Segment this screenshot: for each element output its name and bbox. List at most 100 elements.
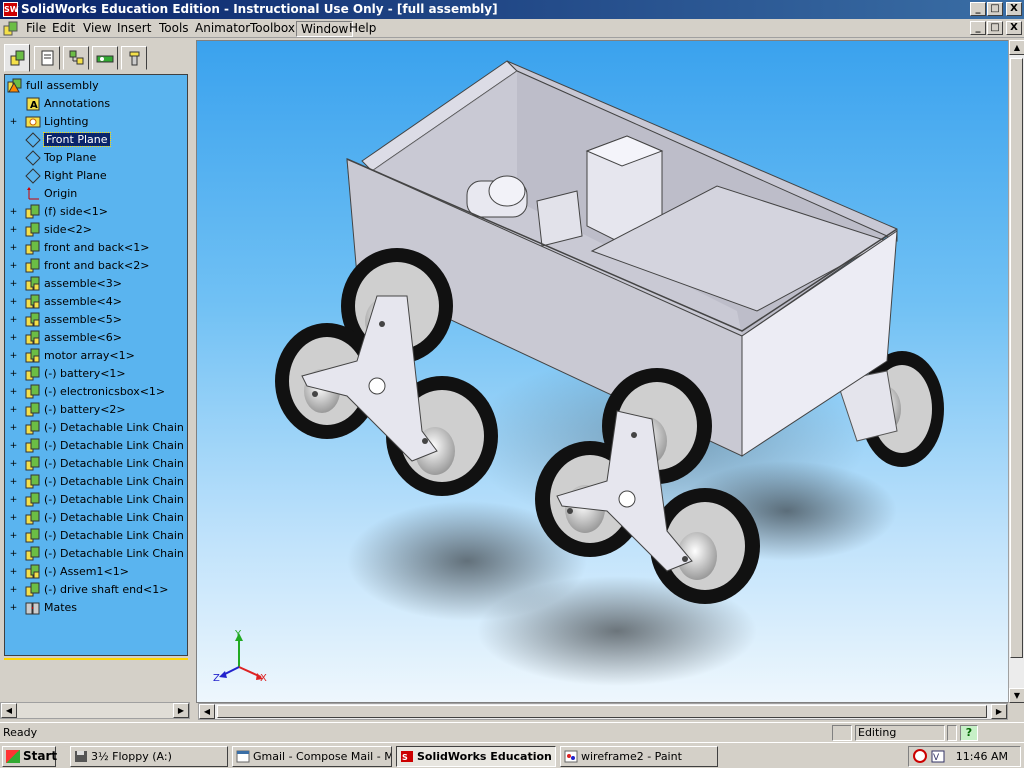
doc-close-button[interactable]: X bbox=[1006, 21, 1022, 35]
tree-item[interactable]: + assemble<6> bbox=[5, 329, 187, 347]
rollback-bar[interactable] bbox=[4, 658, 188, 662]
antivirus-tray-icon[interactable] bbox=[913, 749, 927, 764]
taskbar-gmail[interactable]: Gmail - Compose Mail - Mi... bbox=[232, 746, 392, 767]
tree-item[interactable]: + (-) Detachable Link Chain Sprc bbox=[5, 545, 187, 563]
tree-item[interactable]: + Lighting bbox=[5, 113, 187, 131]
tree-item[interactable]: full assembly bbox=[5, 77, 187, 95]
tree-item[interactable]: + (-) Detachable Link Chain Sprc bbox=[5, 473, 187, 491]
expand-icon[interactable]: + bbox=[9, 334, 18, 343]
menu-help[interactable]: Help bbox=[345, 21, 380, 37]
tree-item[interactable]: + (-) Detachable Link Chain Sprc bbox=[5, 527, 187, 545]
expand-icon[interactable]: + bbox=[9, 496, 18, 505]
scroll-left-arrow-icon[interactable]: ◀ bbox=[1, 703, 17, 718]
expand-icon[interactable]: + bbox=[9, 424, 18, 433]
expand-icon[interactable]: + bbox=[9, 352, 18, 361]
close-button[interactable]: X bbox=[1006, 2, 1022, 16]
viewport-scroll-left-arrow-icon[interactable]: ◀ bbox=[199, 704, 215, 719]
expand-icon[interactable]: + bbox=[9, 208, 18, 217]
expand-icon[interactable]: + bbox=[9, 118, 18, 127]
expand-icon[interactable]: + bbox=[9, 442, 18, 451]
expand-icon[interactable]: + bbox=[9, 280, 18, 289]
featuremanager-tab[interactable] bbox=[4, 44, 30, 72]
tree-item[interactable]: A Annotations bbox=[5, 95, 187, 113]
tree-item[interactable]: + (-) Detachable Link Chain Sprc bbox=[5, 419, 187, 437]
scroll-right-arrow-icon[interactable]: ▶ bbox=[173, 703, 189, 718]
tree-item[interactable]: Origin bbox=[5, 185, 187, 203]
tree-item[interactable]: + (-) electronicsbox<1> bbox=[5, 383, 187, 401]
assembly-document-icon[interactable] bbox=[3, 21, 19, 36]
tree-item[interactable]: + (-) Detachable Link Chain Sprc bbox=[5, 455, 187, 473]
tree-item[interactable]: + (-) battery<1> bbox=[5, 365, 187, 383]
expand-icon[interactable]: + bbox=[9, 568, 18, 577]
menu-tools[interactable]: Tools bbox=[155, 21, 193, 37]
volume-tray-icon[interactable]: V bbox=[931, 749, 945, 764]
expand-icon[interactable]: + bbox=[9, 514, 18, 523]
horizontal-scroll-thumb[interactable] bbox=[217, 705, 987, 718]
expand-icon[interactable]: + bbox=[9, 406, 18, 415]
help-icon[interactable]: ? bbox=[960, 725, 978, 741]
tree-item[interactable]: + assemble<4> bbox=[5, 293, 187, 311]
expand-icon[interactable]: + bbox=[9, 604, 18, 613]
vertical-scroll-thumb[interactable] bbox=[1010, 58, 1023, 658]
taskbar-paint[interactable]: wireframe2 - Paint bbox=[560, 746, 718, 767]
tree-item[interactable]: + side<2> bbox=[5, 221, 187, 239]
taskbar-floppy[interactable]: 3½ Floppy (A:) bbox=[70, 746, 228, 767]
menu-file[interactable]: File bbox=[22, 21, 50, 37]
doc-restore-button[interactable]: □ bbox=[987, 21, 1003, 35]
tree-item[interactable]: + (-) Assem1<1> bbox=[5, 563, 187, 581]
tree-item[interactable]: + (-) battery<2> bbox=[5, 401, 187, 419]
tree-item[interactable]: + front and back<1> bbox=[5, 239, 187, 257]
expand-icon[interactable]: + bbox=[9, 478, 18, 487]
configurationmanager-tab[interactable] bbox=[63, 46, 89, 70]
menu-animator[interactable]: Animator bbox=[191, 21, 254, 37]
toolbox-tab[interactable] bbox=[121, 46, 147, 70]
tree-item[interactable]: + front and back<2> bbox=[5, 257, 187, 275]
tree-item[interactable]: Top Plane bbox=[5, 149, 187, 167]
scroll-up-arrow-icon[interactable]: ▲ bbox=[1009, 40, 1024, 55]
tree-item[interactable]: + (-) drive shaft end<1> bbox=[5, 581, 187, 599]
minimize-button[interactable]: _ bbox=[970, 2, 986, 16]
expand-icon[interactable]: + bbox=[9, 316, 18, 325]
tree-item[interactable]: Right Plane bbox=[5, 167, 187, 185]
viewport-horizontal-scrollbar[interactable]: ◀ ▶ bbox=[198, 703, 1008, 720]
graphics-area[interactable]: Y X Z bbox=[196, 40, 1024, 703]
expand-icon[interactable]: + bbox=[9, 550, 18, 559]
viewport-vertical-scrollbar[interactable]: ▲ ▼ bbox=[1008, 40, 1024, 703]
tree-item[interactable]: + assemble<3> bbox=[5, 275, 187, 293]
tree-item[interactable]: + assemble<5> bbox=[5, 311, 187, 329]
expand-icon[interactable]: + bbox=[9, 298, 18, 307]
maximize-button[interactable]: □ bbox=[987, 2, 1003, 16]
feature-manager-panel: full assembly A Annotations + Lighting Front … bbox=[0, 40, 196, 722]
tree-item[interactable]: + (-) Detachable Link Chain Sprc bbox=[5, 437, 187, 455]
dimxpert-tab[interactable] bbox=[92, 46, 118, 70]
expand-icon[interactable]: + bbox=[9, 244, 18, 253]
menu-edit[interactable]: Edit bbox=[48, 21, 79, 37]
tree-item[interactable]: Front Plane bbox=[5, 131, 187, 149]
tree-item[interactable]: + (f) side<1> bbox=[5, 203, 187, 221]
solidworks-app-icon[interactable]: SW bbox=[3, 2, 19, 17]
taskbar-clock[interactable]: 11:46 AM bbox=[956, 750, 1008, 763]
tree-item[interactable]: + (-) Detachable Link Chain Sprc bbox=[5, 509, 187, 527]
menu-toolbox[interactable]: Toolbox bbox=[246, 21, 299, 37]
tree-horizontal-scrollbar[interactable]: ◀ ▶ bbox=[0, 702, 190, 719]
expand-icon[interactable]: + bbox=[9, 532, 18, 541]
propertymanager-tab[interactable] bbox=[34, 46, 60, 70]
taskbar-solidworks[interactable]: S SolidWorks Education ... bbox=[396, 746, 556, 767]
viewport-scroll-right-arrow-icon[interactable]: ▶ bbox=[991, 704, 1007, 719]
expand-icon[interactable]: + bbox=[9, 370, 18, 379]
expand-icon[interactable]: + bbox=[9, 460, 18, 469]
tree-item[interactable]: + (-) Detachable Link Chain Sprc bbox=[5, 491, 187, 509]
expand-icon[interactable]: + bbox=[9, 586, 18, 595]
menu-view[interactable]: View bbox=[79, 21, 115, 37]
doc-minimize-button[interactable]: _ bbox=[970, 21, 986, 35]
tree-item[interactable]: + motor array<1> bbox=[5, 347, 187, 365]
part-icon bbox=[25, 582, 40, 597]
scroll-down-arrow-icon[interactable]: ▼ bbox=[1009, 688, 1024, 703]
expand-icon[interactable]: + bbox=[9, 262, 18, 271]
menu-insert[interactable]: Insert bbox=[113, 21, 155, 37]
expand-icon[interactable]: + bbox=[9, 388, 18, 397]
assembly-model[interactable] bbox=[197, 41, 1023, 702]
tree-item[interactable]: + Mates bbox=[5, 599, 187, 617]
expand-icon[interactable]: + bbox=[9, 226, 18, 235]
start-button[interactable]: Start bbox=[2, 746, 57, 767]
